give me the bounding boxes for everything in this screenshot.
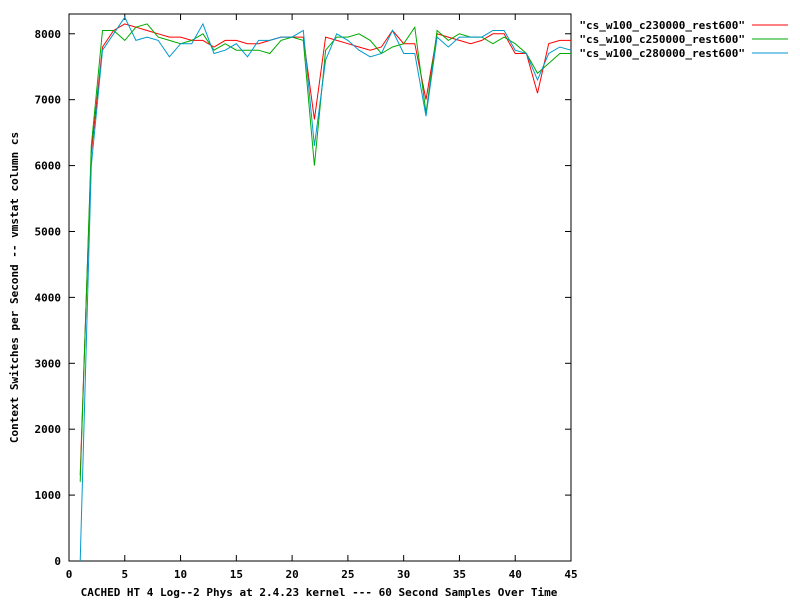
x-tick-label: 20: [285, 568, 298, 581]
x-tick-label: 40: [509, 568, 522, 581]
series-line-2: [79, 23, 571, 482]
y-tick-label: 2000: [35, 423, 62, 436]
y-tick-label: 7000: [35, 94, 62, 107]
x-tick-label: 45: [564, 568, 577, 581]
y-axis: 0 1000 2000 3000 4000 5000 6000 7000 8000: [35, 28, 571, 568]
x-tick-label: 0: [66, 568, 73, 581]
x-tick-label: 30: [397, 568, 410, 581]
x-tick-label: 10: [174, 568, 187, 581]
series-line-1: [79, 23, 571, 476]
y-tick-label: 1000: [35, 489, 62, 502]
plot-frame: [68, 13, 572, 562]
x-axis: 0 5 10 15 20 25 30 35 40 45: [66, 14, 578, 581]
y-axis-title: Context Switches per Second -- vmstat co…: [8, 132, 21, 443]
y-tick-label: 8000: [35, 28, 62, 41]
legend-label-1: "cs_w100_c230000_rest600": [579, 19, 745, 32]
y-tick-label: 6000: [35, 160, 62, 173]
legend-label-3: "cs_w100_c280000_rest600": [579, 47, 745, 60]
x-tick-label: 35: [453, 568, 466, 581]
line-chart: 0 1000 2000 3000 4000 5000 6000 7000 8000 0 5 10 15…: [8, 13, 788, 599]
y-tick-label: 3000: [35, 357, 62, 370]
series-lines: [79, 16, 572, 562]
x-tick-label: 25: [341, 568, 354, 581]
y-tick-label: 0: [54, 555, 61, 568]
x-tick-label: 5: [121, 568, 128, 581]
legend-label-2: "cs_w100_c250000_rest600": [579, 33, 745, 46]
x-axis-title: CACHED HT 4 Log--2 Phys at 2.4.23 kernel…: [81, 586, 558, 599]
legend: "cs_w100_c230000_rest600""cs_w100_c25000…: [579, 19, 788, 60]
y-tick-label: 4000: [35, 291, 62, 304]
plot-border: [68, 13, 572, 562]
y-tick-label: 5000: [35, 225, 62, 238]
x-tick-label: 15: [230, 568, 243, 581]
series-line-3: [79, 16, 572, 562]
